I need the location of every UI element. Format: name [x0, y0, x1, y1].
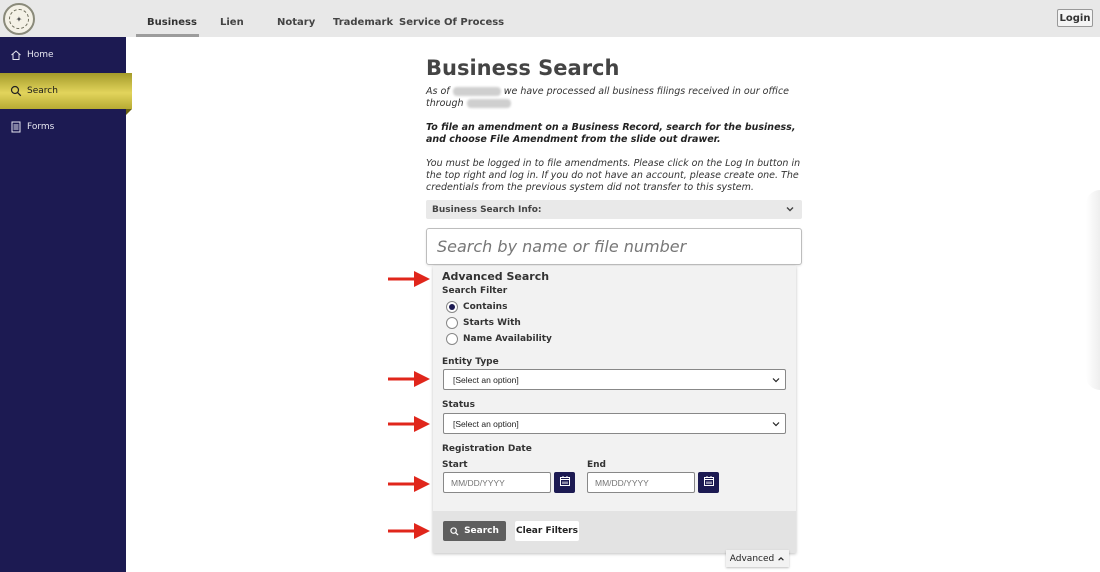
annotation-arrow-icon — [388, 476, 430, 492]
active-tab-indicator — [136, 34, 199, 37]
annotation-arrow-icon — [388, 416, 430, 432]
advanced-search-title: Advanced Search — [442, 270, 550, 283]
start-calendar-button[interactable] — [554, 472, 575, 493]
radio-name-availability[interactable]: Name Availability — [446, 332, 552, 346]
sidebar-item-search[interactable]: Search — [0, 73, 132, 115]
home-icon — [10, 49, 22, 61]
advanced-toggle-label: Advanced — [729, 553, 775, 564]
radio-label: Contains — [463, 302, 508, 312]
amendment-instructions: To file an amendment on a Business Recor… — [426, 122, 796, 145]
sidebar-item-label: Forms — [27, 122, 55, 132]
start-date-label: Start — [442, 460, 468, 470]
annotation-arrow-icon — [388, 371, 430, 387]
calendar-icon — [559, 474, 571, 492]
login-button[interactable]: Login — [1057, 9, 1093, 27]
select-value: [Select an option] — [453, 374, 519, 385]
notice-middle: we have processed all business filings r… — [503, 86, 790, 97]
forms-icon — [10, 121, 22, 133]
radio-button[interactable] — [446, 333, 458, 345]
advanced-toggle-button[interactable]: Advanced — [726, 550, 789, 567]
clear-filters-button[interactable]: Clear Filters — [515, 521, 579, 541]
page-title: Business Search — [426, 56, 620, 80]
drawer-edge-shadow — [1086, 190, 1100, 390]
notice-through: through — [426, 98, 464, 109]
select-value: [Select an option] — [453, 418, 519, 429]
tab-trademark[interactable]: Trademark — [333, 17, 393, 28]
chevron-down-icon — [771, 375, 781, 387]
login-instructions: You must be logged in to file amendments… — [426, 158, 801, 193]
sidebar: Home Search Forms — [0, 37, 132, 572]
radio-label: Starts With — [463, 318, 521, 328]
search-input[interactable] — [426, 228, 802, 265]
status-label: Status — [442, 400, 475, 410]
info-bar-label: Business Search Info: — [432, 204, 542, 215]
end-date-label: End — [587, 460, 606, 470]
business-search-info-accordion[interactable]: Business Search Info: — [426, 200, 802, 219]
redacted-date — [452, 87, 501, 96]
seal-emblem-icon: ✦ — [9, 9, 29, 29]
tab-notary[interactable]: Notary — [277, 17, 315, 28]
search-button-label: Search — [464, 526, 499, 536]
annotation-arrow-icon — [388, 523, 430, 539]
search-icon — [10, 85, 22, 97]
annotation-arrow-icon — [388, 271, 430, 287]
sidebar-item-home[interactable]: Home — [0, 37, 126, 73]
sidebar-item-label: Search — [27, 86, 58, 96]
search-filter-label: Search Filter — [442, 286, 508, 296]
search-button[interactable]: Search — [443, 521, 506, 541]
top-bar: ✦ Business Lien Notary Trademark Service… — [0, 0, 1100, 37]
status-select[interactable]: [Select an option] — [443, 413, 786, 434]
processing-notice: As of we have processed all business fil… — [426, 86, 802, 110]
registration-date-label: Registration Date — [442, 444, 532, 454]
end-date-input[interactable] — [587, 472, 695, 493]
entity-type-select[interactable]: [Select an option] — [443, 369, 786, 390]
start-date-input[interactable] — [443, 472, 551, 493]
radio-button[interactable] — [446, 317, 458, 329]
chevron-up-icon — [777, 555, 785, 563]
sidebar-item-label: Home — [27, 50, 54, 60]
state-seal-logo[interactable]: ✦ — [3, 3, 35, 35]
tab-service-of-process[interactable]: Service Of Process — [399, 17, 504, 28]
radio-label: Name Availability — [463, 334, 552, 344]
chevron-down-icon — [771, 419, 781, 431]
notice-prefix: As of — [426, 86, 450, 97]
tab-lien[interactable]: Lien — [220, 17, 244, 28]
radio-button[interactable] — [446, 301, 458, 313]
search-icon — [450, 526, 459, 536]
sidebar-item-forms[interactable]: Forms — [0, 109, 126, 145]
tab-business[interactable]: Business — [147, 17, 197, 28]
calendar-icon — [703, 474, 715, 492]
end-calendar-button[interactable] — [698, 472, 719, 493]
radio-contains[interactable]: Contains — [446, 300, 507, 314]
redacted-date — [466, 99, 511, 108]
entity-type-label: Entity Type — [442, 357, 499, 367]
radio-starts-with[interactable]: Starts With — [446, 316, 521, 330]
chevron-down-icon — [785, 204, 795, 217]
